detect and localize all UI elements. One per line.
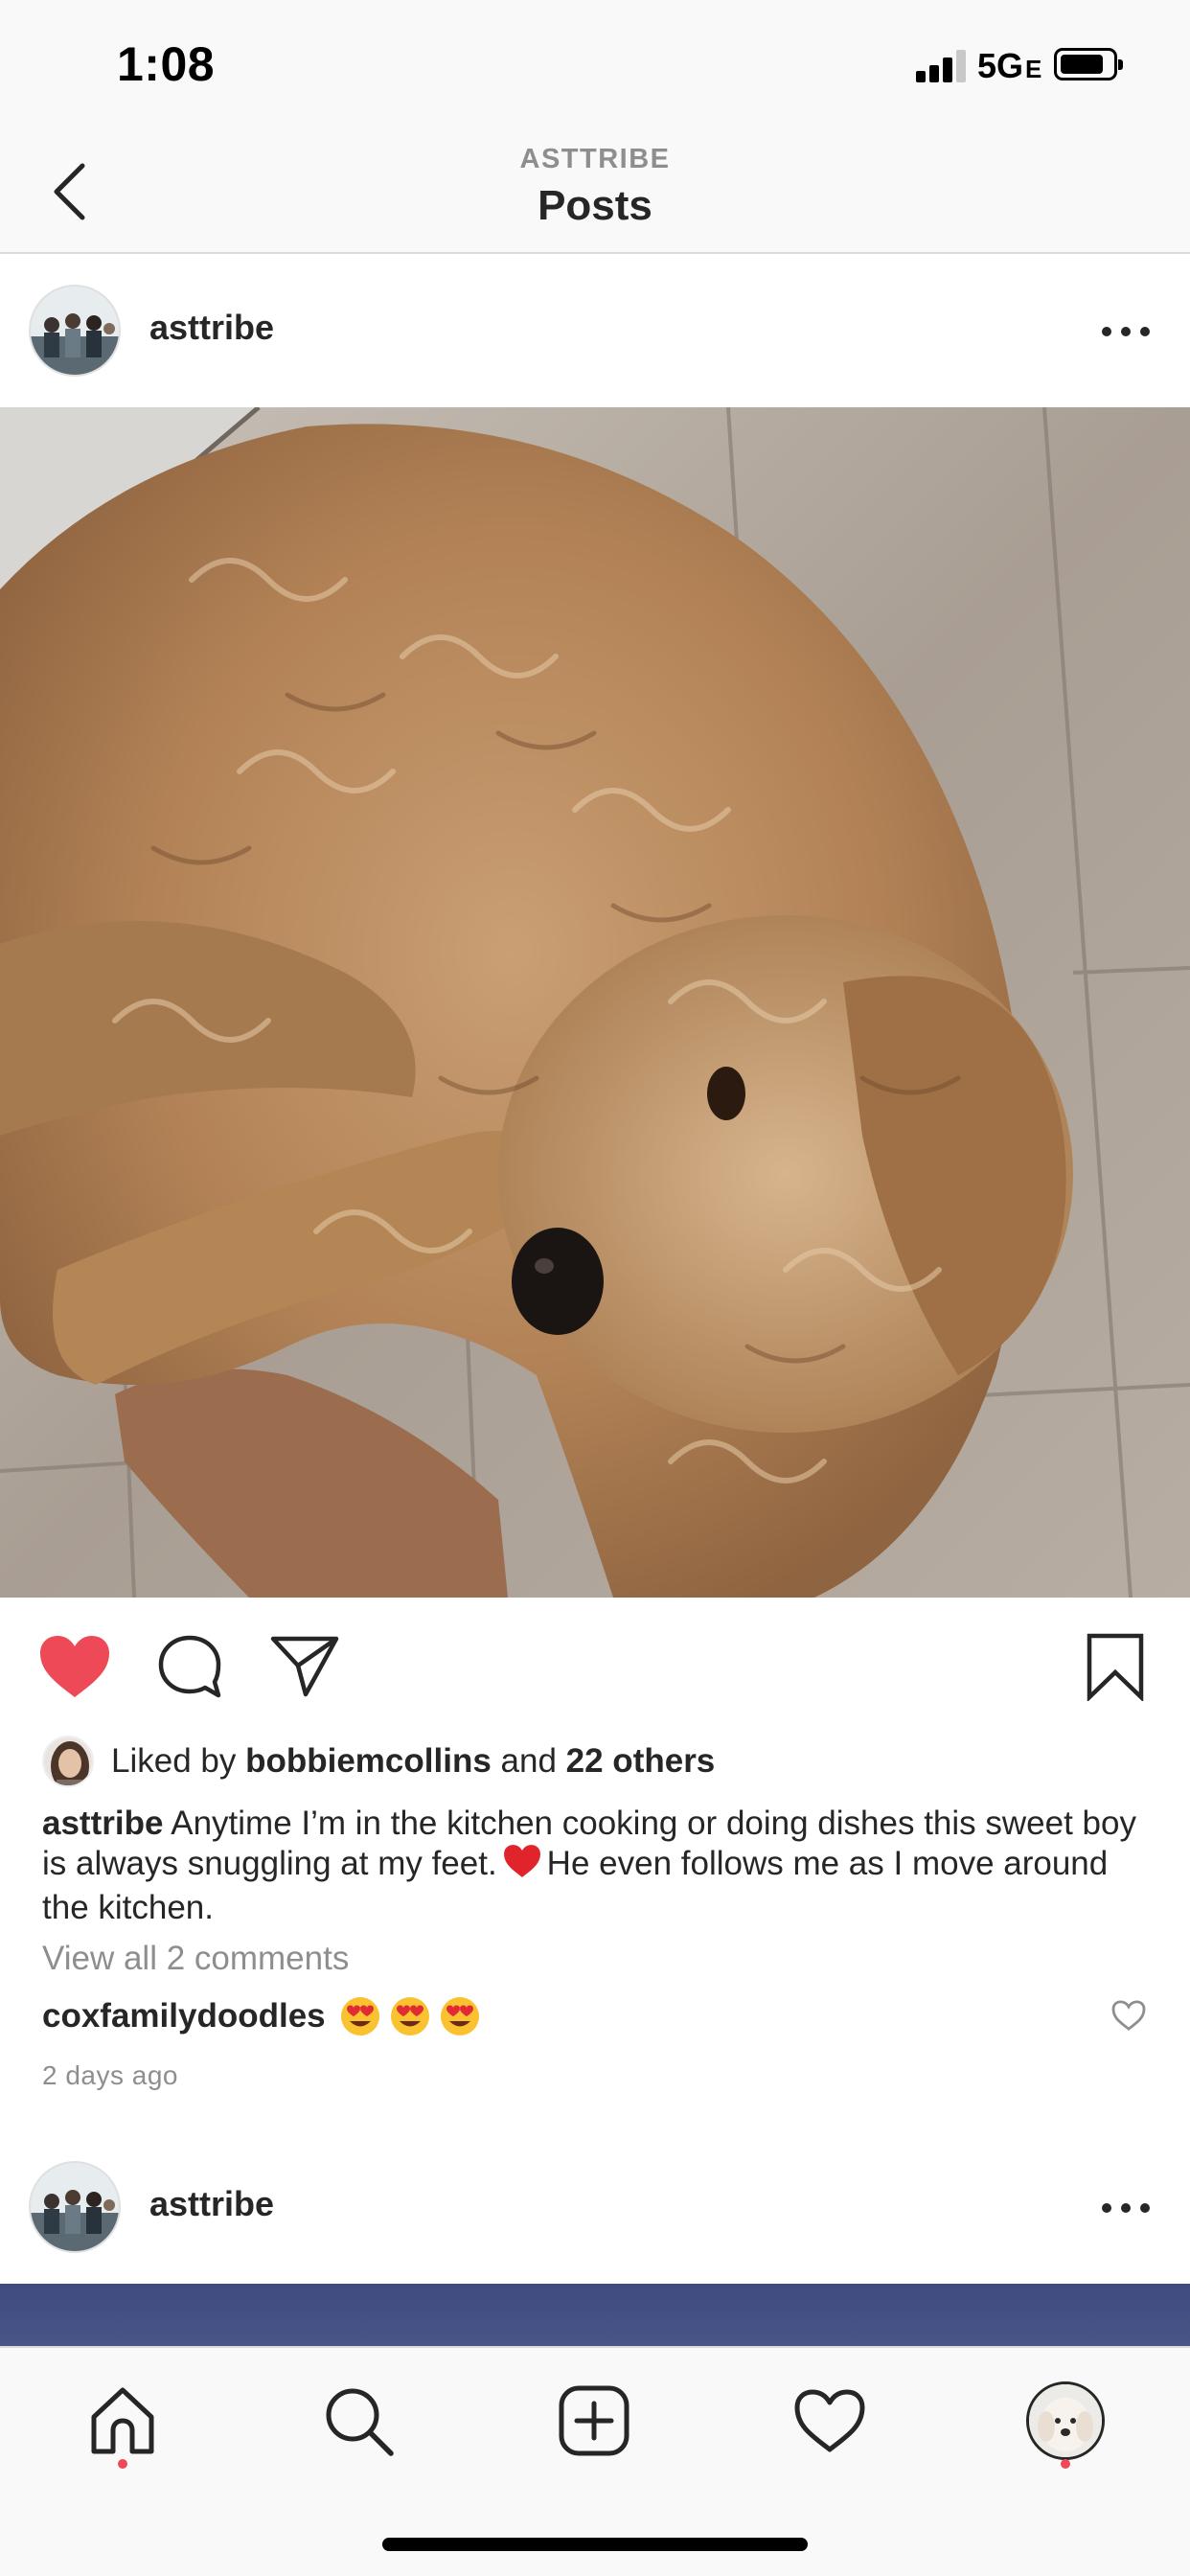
heart-eyes-emoji — [440, 1997, 479, 2036]
tab-profile[interactable] — [1018, 2373, 1113, 2469]
more-options-button[interactable] — [1092, 2184, 1159, 2232]
next-post-photo[interactable] — [0, 2284, 1190, 2351]
activity-icon — [794, 2389, 865, 2452]
avatar[interactable] — [29, 2161, 121, 2253]
network-label: 5G — [977, 46, 1024, 85]
post-timestamp: 2 days ago — [42, 2060, 178, 2090]
status-bar: 1:08 5GE — [0, 0, 1190, 130]
search-icon — [326, 2388, 394, 2456]
profile-notification-dot — [1061, 2459, 1070, 2469]
dot — [1140, 327, 1150, 336]
post-username[interactable]: asttribe — [149, 2184, 274, 2224]
woman-avatar — [44, 1737, 92, 1785]
save-button[interactable] — [1075, 1626, 1156, 1707]
header-subtitle: ASTTRIBE — [519, 144, 671, 174]
home-notification-dot — [118, 2459, 127, 2469]
view-all-comments-link[interactable]: View all 2 comments — [42, 1940, 349, 1978]
comment-icon — [158, 1635, 221, 1698]
likes-summary[interactable]: Liked by bobbiemcollins and 22 others — [42, 1735, 715, 1788]
battery-icon — [1054, 48, 1123, 80]
tab-home[interactable] — [75, 2373, 171, 2469]
dot — [1102, 2203, 1111, 2213]
dot — [1140, 2203, 1150, 2213]
likes-prefix: Liked by — [111, 1742, 246, 1780]
caption-username[interactable]: asttribe — [42, 1805, 163, 1842]
tab-activity[interactable] — [782, 2373, 878, 2469]
profile-icon — [1026, 2381, 1105, 2460]
tab-new-post[interactable] — [546, 2373, 642, 2469]
network-indicator: 5GE — [977, 46, 1041, 86]
heart-filled-icon — [40, 1636, 109, 1697]
likes-text: Liked by bobbiemcollins and 22 others — [111, 1742, 715, 1781]
home-icon — [91, 2387, 154, 2454]
group-photo-avatar — [31, 2163, 119, 2251]
red-heart-emoji — [503, 1844, 541, 1888]
header-title: Posts — [538, 182, 652, 229]
liker-username[interactable]: bobbiemcollins — [245, 1742, 492, 1780]
bookmark-icon — [1087, 1633, 1144, 1701]
more-options-button[interactable] — [1092, 308, 1159, 356]
comment-button[interactable] — [149, 1626, 230, 1707]
heart-eyes-emoji — [340, 1997, 379, 2036]
group-photo-avatar — [31, 287, 119, 375]
comment-username[interactable]: coxfamilydoodles — [42, 1997, 326, 2036]
next-post-header: asttribe — [0, 2130, 1190, 2284]
post-header: asttribe — [0, 254, 1190, 407]
likes-others[interactable]: 22 others — [566, 1742, 716, 1780]
network-suffix: E — [1025, 55, 1042, 83]
dot — [1102, 327, 1111, 336]
share-button[interactable] — [264, 1626, 345, 1707]
post-caption: asttribe Anytime I’m in the kitchen cook… — [42, 1804, 1154, 1928]
dot — [1121, 2203, 1131, 2213]
dot — [1121, 327, 1131, 336]
avatar[interactable] — [29, 285, 121, 377]
dog-photo — [0, 407, 1190, 1598]
post-actions — [0, 1598, 1190, 1732]
new-post-icon — [559, 2385, 629, 2456]
post-photo[interactable] — [0, 407, 1190, 1598]
liker-avatar — [42, 1736, 94, 1787]
heart-outline-icon — [1111, 2000, 1146, 2031]
tab-search[interactable] — [310, 2373, 406, 2469]
like-button[interactable] — [34, 1626, 115, 1707]
comment-like-button[interactable] — [1111, 2000, 1152, 2038]
send-icon — [270, 1636, 339, 1697]
likes-joiner: and — [491, 1742, 566, 1780]
heart-eyes-emoji — [390, 1997, 429, 2036]
nav-header: ASTTRIBE Posts — [0, 130, 1190, 254]
status-time: 1:08 — [117, 37, 216, 91]
white-dog-avatar — [1029, 2384, 1102, 2457]
signal-icon — [916, 50, 973, 82]
home-indicator[interactable] — [382, 2538, 808, 2551]
post-username[interactable]: asttribe — [149, 308, 274, 348]
comment-item: coxfamilydoodles — [42, 1995, 489, 2037]
instagram-post-screen: 1:08 5GE ASTTRIBE Posts asttribe Liked b… — [0, 0, 1190, 2576]
